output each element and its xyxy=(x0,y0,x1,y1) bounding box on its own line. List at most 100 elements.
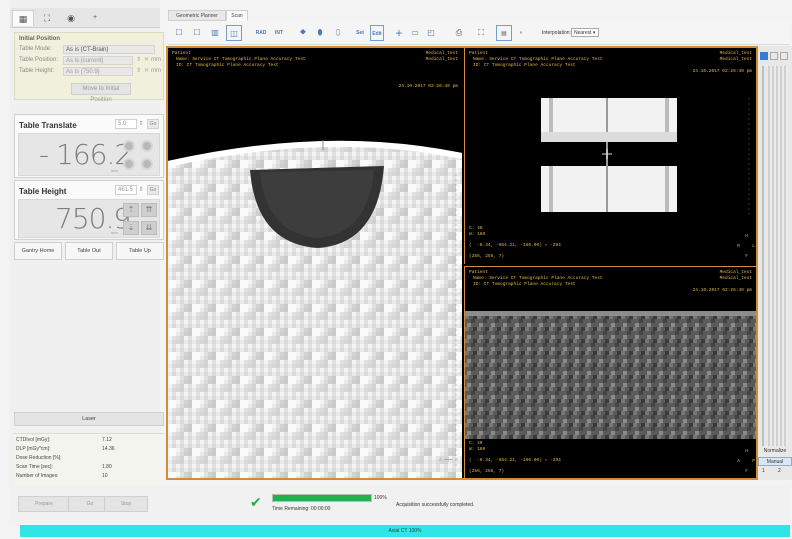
scan-progress-bar xyxy=(272,494,372,502)
panel-option-icon[interactable] xyxy=(760,52,768,60)
edit-button[interactable]: Edit xyxy=(370,25,384,41)
window-slider-track[interactable] xyxy=(762,66,764,446)
translate-in-button[interactable] xyxy=(123,140,135,152)
sagittal-datetime: 24.10.2017 02:26:49 pm xyxy=(692,288,752,293)
tab-geometric-planner[interactable]: Geometric Planner xyxy=(168,10,226,21)
table-up-button[interactable]: Table Up xyxy=(116,242,164,260)
layout-single-icon[interactable]: ☐ xyxy=(190,25,204,41)
cube-icon[interactable]: ◰ xyxy=(424,25,438,41)
height-step-stepper[interactable]: ⇕ xyxy=(137,185,145,195)
check-icon: ✔ xyxy=(250,494,262,510)
table-out-button[interactable]: Table Out xyxy=(65,242,113,260)
interpolation-label: Interpolation: xyxy=(542,30,571,36)
gantry-home-button[interactable]: Gantry Home xyxy=(14,242,62,260)
translate-unit: mm xyxy=(111,168,118,173)
viewport-sagittal[interactable]: Patient Name: Service CT Tomographic Pla… xyxy=(464,266,756,478)
table-translate-panel: Table Translate 5.0 ⇕ Go - 166.2 mm xyxy=(14,114,164,178)
coronal-image xyxy=(541,98,750,218)
stat-key: Number of Images: xyxy=(16,473,59,479)
coronal-name-line: Name: Service CT Tomographic Plane Accur… xyxy=(473,57,603,62)
translate-go-button[interactable]: Go xyxy=(147,119,159,129)
sagittal-c-value: C: 40 xyxy=(469,441,483,446)
preset-2[interactable]: 2 xyxy=(778,468,781,474)
coronal-view-icon[interactable]: ⬮ xyxy=(314,25,326,41)
sagittal-view-icon[interactable]: ⬯ xyxy=(332,25,344,41)
coronal-orient-bottom: F xyxy=(745,254,748,259)
height-up-button[interactable]: ⇡ xyxy=(123,203,139,217)
fill-icon[interactable]: ▤ xyxy=(496,25,512,41)
viewer-toolbar: ☐ ☐ ▥ ◫ RAD INT ⯁ ⬮ ⬯ Set Edit + ▭ ◰ ⎙ ⛶… xyxy=(168,21,790,45)
layout-1x1-icon[interactable]: ☐ xyxy=(172,25,186,41)
height-up-fast-button[interactable]: ⇈ xyxy=(141,203,157,217)
table-height-clear-icon[interactable]: ✕ xyxy=(143,67,150,76)
scan-tab-icon[interactable]: ⛶ xyxy=(36,10,58,26)
laser-button[interactable]: Laser xyxy=(14,412,164,426)
height-down-fast-button[interactable]: ⇊ xyxy=(141,221,157,235)
add-tab-icon[interactable]: + xyxy=(84,10,106,26)
left-panel: ▦ ⛶ ◉ + Initial Position Table Mode: As … xyxy=(10,0,164,498)
normalize-button[interactable]: Normalize xyxy=(758,446,792,456)
axial-view-icon[interactable]: ⯁ xyxy=(296,25,310,41)
layout-1plus2-icon[interactable]: ◫ xyxy=(226,25,242,41)
rad-button[interactable]: RAD xyxy=(254,25,268,41)
table-mode-select[interactable]: As is (CT-Brain) xyxy=(63,45,155,54)
sagittal-orient-left: A xyxy=(737,459,740,464)
fit-icon[interactable]: ⛶ xyxy=(474,25,488,41)
ruler-icon[interactable]: ▭ xyxy=(408,25,422,41)
translate-step-stepper[interactable]: ⇕ xyxy=(137,119,145,129)
panel-option-icon[interactable] xyxy=(780,52,788,60)
image-viewer[interactable]: Patient Name: Service CT Tomographic Pla… xyxy=(166,46,758,480)
table-tab-icon[interactable]: ▦ xyxy=(12,10,34,26)
table-position-clear-icon[interactable]: ✕ xyxy=(143,56,150,65)
coronal-right2: Medical_test xyxy=(719,57,752,62)
translate-out-button[interactable] xyxy=(123,158,135,170)
translate-step-input[interactable]: 5.0 xyxy=(115,119,137,129)
layout-3col-icon[interactable]: ▥ xyxy=(208,25,222,41)
stat-value: 14.36 xyxy=(102,446,115,452)
table-position-unit: mm xyxy=(151,57,161,63)
crosshair-icon[interactable]: + xyxy=(392,25,406,41)
table-height-field[interactable]: As is (750.9) xyxy=(63,67,133,76)
camera-tab-icon[interactable]: ◉ xyxy=(60,10,82,26)
dose-stats: CTDIvol [mGy]: 7.12 DLP [mGy*cm]: 14.36 Do… xyxy=(14,433,164,493)
scan-status-bar: Prepare Go Stop ✔ 100% Time Remaining: 0… xyxy=(10,486,790,522)
scan-progress-percent: 100% xyxy=(374,495,387,501)
manual-button[interactable]: Manual xyxy=(758,457,792,466)
time-remaining: Time Remaining: 00:00:00 xyxy=(272,506,331,512)
preset-1[interactable]: 1 xyxy=(762,468,765,474)
axial-right2: Medical_test xyxy=(425,57,458,62)
stat-key: Dose Reduction [%]: xyxy=(16,455,62,461)
viewport-coronal[interactable]: Patient Name: Service CT Tomographic Pla… xyxy=(464,48,756,264)
axial-orientation: A ━┿━ P xyxy=(439,458,458,463)
table-position-label: Table Position: xyxy=(19,57,59,63)
tab-scan[interactable]: Scan xyxy=(226,10,248,21)
height-step-input[interactable]: 461.5 xyxy=(115,185,137,195)
bottom-progress-label: Axial CT 100% xyxy=(388,528,422,534)
table-mode-label: Table Mode: xyxy=(19,46,52,52)
height-down-button[interactable]: ⇣ xyxy=(123,221,139,235)
stat-value: 7.12 xyxy=(102,437,112,443)
prepare-button[interactable]: Prepare xyxy=(18,496,70,512)
stop-button[interactable]: Stop xyxy=(104,496,148,512)
table-position-field[interactable]: As is (current) xyxy=(63,56,133,65)
translate-in-fast-button[interactable] xyxy=(141,140,153,152)
table-height-title: Table Height xyxy=(19,187,67,196)
panel-option-icon[interactable] xyxy=(770,52,778,60)
translate-out-fast-button[interactable] xyxy=(141,158,153,170)
sagittal-image xyxy=(465,311,756,439)
int-button[interactable]: INT xyxy=(272,25,286,41)
table-height-stepper[interactable]: ⇕ xyxy=(135,67,142,76)
viewport-axial[interactable]: Patient Name: Service CT Tomographic Pla… xyxy=(168,48,462,478)
move-to-initial-position-button[interactable]: Move to Initial Position xyxy=(71,83,131,103)
sagittal-orient-top: H xyxy=(745,449,748,454)
interpolation-select[interactable]: Nearest ▾ xyxy=(571,28,599,37)
sagittal-coord: ( -0.34, -654.21, -166.00) = -294 xyxy=(469,458,561,463)
expand-icon[interactable]: » xyxy=(518,25,524,41)
set-button[interactable]: Set xyxy=(354,25,366,41)
height-go-button[interactable]: Go xyxy=(147,185,159,195)
table-height-label: Table Height: xyxy=(19,68,55,74)
table-position-stepper[interactable]: ⇕ xyxy=(135,56,142,65)
top-tab-bar: ▦ ⛶ ◉ + xyxy=(10,8,160,28)
translate-display: - 166.2 mm xyxy=(18,133,160,176)
print-icon[interactable]: ⎙ xyxy=(452,25,466,41)
